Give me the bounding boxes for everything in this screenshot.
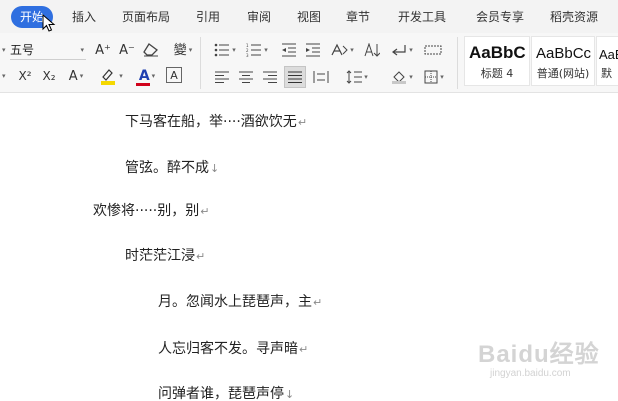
align-justify-icon[interactable] bbox=[284, 66, 306, 88]
font-name-dropdown-edge[interactable]: ▾ bbox=[0, 41, 8, 59]
mouse-cursor-icon bbox=[42, 14, 56, 32]
align-right-icon[interactable] bbox=[260, 67, 280, 87]
char-border-icon[interactable]: A bbox=[166, 67, 182, 83]
line-break-mark-icon: ↓ bbox=[210, 162, 220, 175]
paragraph-mark-icon: ↵ bbox=[200, 205, 210, 218]
borders-icon[interactable]: ▾ bbox=[420, 67, 448, 87]
line-break-mark-icon: ↓ bbox=[285, 388, 295, 401]
font-color-swatch bbox=[136, 83, 150, 86]
bullet-list-icon[interactable]: ▾ bbox=[212, 40, 238, 60]
svg-text:3: 3 bbox=[246, 53, 249, 57]
underline-dropdown-edge[interactable]: ▾ bbox=[0, 67, 8, 85]
font-color-button[interactable]: A ▾ bbox=[132, 66, 162, 86]
document-line[interactable]: 欢惨将·····别，别↵ bbox=[93, 201, 209, 222]
decrease-indent-icon[interactable] bbox=[279, 40, 299, 60]
table-grid-icon[interactable] bbox=[422, 40, 444, 60]
increase-indent-icon[interactable] bbox=[303, 40, 323, 60]
paragraph-mark-icon: ↵ bbox=[297, 116, 308, 129]
highlighter-icon bbox=[101, 69, 116, 85]
tab-references[interactable]: 引用 bbox=[196, 6, 220, 28]
style-default-sample: AaB bbox=[599, 47, 618, 62]
menu-bar: 开始 插入 页面布局 引用 审阅 视图 章节 开发工具 会员专享 稻壳资源 bbox=[0, 0, 618, 33]
subscript-icon[interactable]: X₂ bbox=[38, 66, 60, 86]
clear-format-icon[interactable] bbox=[141, 40, 161, 60]
document-line[interactable]: 下马客在船，举····酒欲饮无↵ bbox=[125, 112, 307, 133]
paragraph-mark-icon: ↵ bbox=[313, 296, 323, 309]
style-default[interactable]: AaB 默 bbox=[596, 36, 618, 86]
text-effect-icon[interactable]: A ▾ bbox=[62, 66, 90, 86]
watermark-logo: Baidu经验 bbox=[478, 341, 600, 368]
phonetic-guide-icon[interactable]: 變 ▾ bbox=[168, 40, 198, 60]
document-line[interactable]: 人忘归客不发。寻声暗↵ bbox=[158, 339, 308, 360]
document-line[interactable]: 管弦。醉不成↓ bbox=[125, 158, 219, 179]
document-line[interactable]: 时茫茫江浸↵ bbox=[125, 246, 205, 267]
tab-chapter[interactable]: 章节 bbox=[346, 6, 370, 28]
align-center-icon[interactable] bbox=[236, 67, 256, 87]
tab-developer[interactable]: 开发工具 bbox=[398, 6, 446, 28]
style-normal-web-sample: AaBbCc bbox=[536, 45, 592, 62]
align-left-icon[interactable] bbox=[212, 67, 232, 87]
line-spacing-icon[interactable]: ▾ bbox=[342, 67, 372, 87]
ribbon-separator bbox=[457, 37, 458, 89]
ribbon-toolbar: ▾ 五号 ▾ A⁺ A⁻ 變 ▾ ▾ X² X₂ A ▾ ▾ A ▾ A ▾ 123… bbox=[0, 33, 618, 93]
tab-member[interactable]: 会员专享 bbox=[476, 6, 524, 28]
distributed-align-icon[interactable] bbox=[310, 67, 332, 87]
font-size-value: 五号 bbox=[10, 43, 35, 57]
grow-font-icon[interactable]: A⁺ bbox=[93, 40, 113, 60]
shrink-font-icon[interactable]: A⁻ bbox=[117, 40, 137, 60]
paragraph-mark-icon: ↵ bbox=[196, 250, 206, 263]
tab-view[interactable]: 视图 bbox=[297, 6, 321, 28]
paragraph-mark-icon: ↵ bbox=[299, 343, 309, 356]
watermark-url: jingyan.baidu.com bbox=[490, 368, 571, 379]
text-direction-icon[interactable]: ▾ bbox=[328, 40, 356, 60]
style-heading4[interactable]: AaBbC 标题 4 bbox=[464, 36, 530, 86]
font-size-combo[interactable]: 五号 ▾ bbox=[10, 40, 86, 60]
superscript-icon[interactable]: X² bbox=[14, 66, 36, 86]
tab-docer-resources[interactable]: 稻壳资源 bbox=[550, 6, 598, 28]
sort-icon[interactable] bbox=[362, 40, 382, 60]
show-marks-icon[interactable]: ▾ bbox=[388, 40, 416, 60]
style-heading4-label: 标题 4 bbox=[480, 67, 514, 80]
shading-icon[interactable]: ▾ bbox=[388, 67, 416, 87]
style-default-label: 默 bbox=[601, 67, 612, 80]
ribbon-separator bbox=[200, 37, 201, 89]
tab-page-layout[interactable]: 页面布局 bbox=[122, 6, 170, 28]
baidu-jingyan-watermark: Baidu经验 jingyan.baidu.com bbox=[478, 334, 618, 396]
tab-review[interactable]: 审阅 bbox=[247, 6, 271, 28]
font-color-icon: A bbox=[138, 68, 150, 84]
tab-insert[interactable]: 插入 bbox=[72, 6, 96, 28]
style-normal-web-label: 普通(网站) bbox=[536, 67, 590, 80]
font-size-dropdown-icon[interactable]: ▾ bbox=[80, 40, 84, 60]
document-line[interactable]: 问弹者谁，琵琶声停↓ bbox=[158, 384, 294, 401]
style-heading4-sample: AaBbC bbox=[469, 43, 526, 62]
numbered-list-icon[interactable]: 1 2 3 ▾ bbox=[244, 40, 270, 60]
highlight-color-button[interactable]: ▾ bbox=[96, 66, 126, 86]
style-normal-web[interactable]: AaBbCc 普通(网站) bbox=[531, 36, 595, 86]
document-line[interactable]: 月。忽闻水上琵琶声，主↵ bbox=[158, 292, 322, 313]
